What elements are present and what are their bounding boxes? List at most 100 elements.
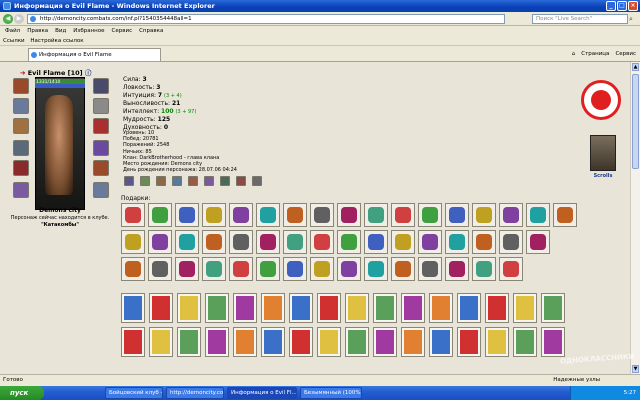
menu-view[interactable]: Вид <box>55 26 66 36</box>
gift-item[interactable] <box>499 203 523 227</box>
gift-item[interactable] <box>121 203 145 227</box>
effect-icon[interactable] <box>140 176 150 186</box>
card-item[interactable] <box>345 327 369 357</box>
card-item[interactable] <box>261 293 285 323</box>
card-item[interactable] <box>121 327 145 357</box>
maximize-button[interactable]: □ <box>617 1 627 11</box>
gift-item[interactable] <box>445 257 469 281</box>
menu-favorites[interactable]: Избранное <box>73 26 104 36</box>
gift-item[interactable] <box>337 257 361 281</box>
card-item[interactable] <box>429 293 453 323</box>
equipment-slot[interactable] <box>13 160 29 176</box>
card-item[interactable] <box>373 293 397 323</box>
card-item[interactable] <box>513 327 537 357</box>
gift-item[interactable] <box>121 257 145 281</box>
card-item[interactable] <box>401 327 425 357</box>
taskbar-item[interactable]: Информация о Evil Fl... <box>227 387 297 399</box>
taskbar-item[interactable]: Безымянный (100%)... <box>300 387 362 399</box>
gift-item[interactable] <box>391 257 415 281</box>
close-button[interactable]: × <box>628 1 638 11</box>
gift-item[interactable] <box>499 230 523 254</box>
gift-item[interactable] <box>283 203 307 227</box>
card-item[interactable] <box>541 327 565 357</box>
card-item[interactable] <box>121 293 145 323</box>
gift-item[interactable] <box>229 203 253 227</box>
gift-item[interactable] <box>229 257 253 281</box>
equipment-slot[interactable] <box>13 78 29 94</box>
effect-icon[interactable] <box>204 176 214 186</box>
gift-item[interactable] <box>553 203 577 227</box>
equipment-slot[interactable] <box>13 182 29 198</box>
gift-item[interactable] <box>418 230 442 254</box>
equipment-slot[interactable] <box>93 160 109 176</box>
gift-item[interactable] <box>148 257 172 281</box>
card-item[interactable] <box>345 293 369 323</box>
equipment-slot[interactable] <box>93 140 109 156</box>
scrolls-label[interactable]: Scrolls <box>587 173 619 179</box>
gift-item[interactable] <box>175 257 199 281</box>
card-item[interactable] <box>261 327 285 357</box>
gift-item[interactable] <box>175 230 199 254</box>
menu-edit[interactable]: Правка <box>27 26 48 36</box>
gift-item[interactable] <box>310 257 334 281</box>
effect-icon[interactable] <box>220 176 230 186</box>
equipment-slot[interactable] <box>13 118 29 134</box>
equipment-slot[interactable] <box>93 118 109 134</box>
gift-item[interactable] <box>526 230 550 254</box>
url-input[interactable]: http://demoncity.combats.com/inf.pl?1540… <box>27 14 505 24</box>
card-item[interactable] <box>149 327 173 357</box>
card-item[interactable] <box>177 327 201 357</box>
minimize-button[interactable]: _ <box>606 1 616 11</box>
card-item[interactable] <box>401 293 425 323</box>
scroll-up-icon[interactable]: ▲ <box>632 63 639 71</box>
gift-item[interactable] <box>148 203 172 227</box>
gift-item[interactable] <box>472 203 496 227</box>
equipment-slot[interactable] <box>93 182 109 198</box>
start-button[interactable]: пуск <box>0 386 44 400</box>
back-icon[interactable]: ◀ <box>3 14 13 24</box>
scroll-down-icon[interactable]: ▼ <box>632 365 639 373</box>
scroll-thumb[interactable] <box>632 74 639 169</box>
effect-icon[interactable] <box>236 176 246 186</box>
gift-item[interactable] <box>391 230 415 254</box>
forward-icon[interactable]: ▶ <box>14 14 24 24</box>
gift-item[interactable] <box>256 257 280 281</box>
gift-item[interactable] <box>175 203 199 227</box>
tools-menu[interactable]: Сервис <box>615 50 636 58</box>
archer-logo[interactable] <box>581 80 621 120</box>
tab-active[interactable]: Информация о Evil Flame <box>28 48 161 61</box>
links-item[interactable]: Настройка ссылок <box>30 38 83 44</box>
gift-item[interactable] <box>445 203 469 227</box>
gift-item[interactable] <box>256 203 280 227</box>
effect-icon[interactable] <box>156 176 166 186</box>
card-item[interactable] <box>317 327 341 357</box>
info-icon[interactable]: ⓘ <box>85 69 92 77</box>
gift-item[interactable] <box>337 203 361 227</box>
card-item[interactable] <box>233 293 257 323</box>
equipment-slot[interactable] <box>13 98 29 114</box>
gift-item[interactable] <box>364 230 388 254</box>
card-item[interactable] <box>177 293 201 323</box>
gift-item[interactable] <box>364 257 388 281</box>
card-item[interactable] <box>513 293 537 323</box>
gift-item[interactable] <box>121 230 145 254</box>
gift-item[interactable] <box>283 257 307 281</box>
gift-item[interactable] <box>445 230 469 254</box>
card-item[interactable] <box>457 327 481 357</box>
gift-item[interactable] <box>337 230 361 254</box>
gift-item[interactable] <box>202 257 226 281</box>
gift-item[interactable] <box>391 203 415 227</box>
character-name[interactable]: Evil Flame <box>28 69 66 77</box>
gift-item[interactable] <box>472 230 496 254</box>
menu-file[interactable]: Файл <box>5 26 20 36</box>
gift-item[interactable] <box>310 203 334 227</box>
menu-help[interactable]: Справка <box>139 26 163 36</box>
gift-item[interactable] <box>526 203 550 227</box>
gift-item[interactable] <box>418 203 442 227</box>
gift-item[interactable] <box>472 257 496 281</box>
effect-icon[interactable] <box>172 176 182 186</box>
card-item[interactable] <box>457 293 481 323</box>
card-item[interactable] <box>149 293 173 323</box>
equipment-slot[interactable] <box>93 78 109 94</box>
gift-item[interactable] <box>256 230 280 254</box>
